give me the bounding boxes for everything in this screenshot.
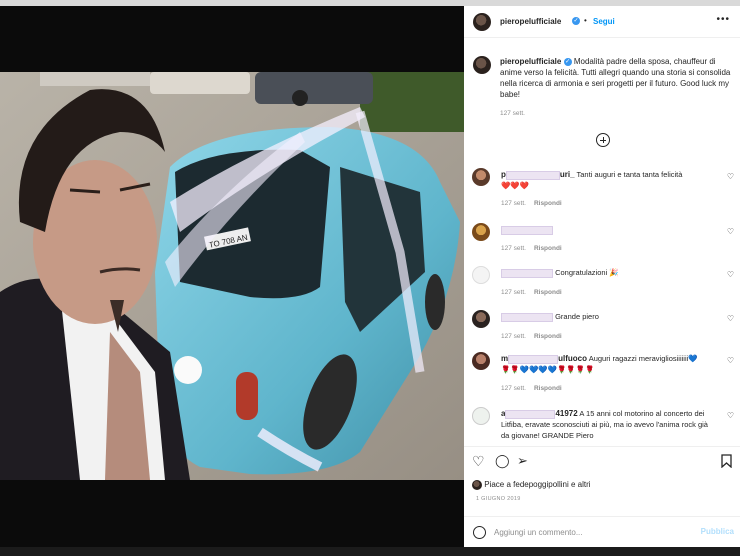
like-comment-icon[interactable]: ♡	[727, 356, 734, 365]
caption-avatar[interactable]	[473, 56, 491, 74]
comment-text: Grande piero	[555, 312, 599, 321]
likes-row: Piace a fedepoggipollini e altri	[472, 480, 591, 490]
comment-meta: 127 sett. Rispondi	[501, 383, 562, 392]
like-comment-icon[interactable]: ♡	[727, 314, 734, 323]
commenter-avatar[interactable]	[472, 168, 490, 186]
bookmark-icon[interactable]	[721, 454, 732, 470]
like-comment-icon[interactable]: ♡	[727, 411, 734, 420]
reply-button[interactable]: Rispondi	[534, 333, 562, 340]
comment-extra: 🌹🌹💙💙💙💙🌹🌹🌹🌹	[501, 365, 595, 374]
verified-icon: ✓	[572, 17, 580, 25]
reply-button[interactable]: Rispondi	[534, 385, 562, 392]
post-caption: pieropelufficiale ✓ Modalità padre della…	[500, 56, 732, 100]
comment-meta: 127 sett. Rispondi	[501, 287, 562, 296]
comment-body: p uri_ Tanti auguri e tanta tanta felicit…	[501, 169, 715, 191]
comment-icon[interactable]: ◯	[495, 454, 510, 468]
photo-illustration: TO 708 AN	[0, 72, 464, 480]
comment-username-end[interactable]: 41972	[555, 409, 577, 418]
follow-button[interactable]: Segui	[593, 17, 615, 26]
publish-button[interactable]: Pubblica	[701, 527, 734, 536]
author-avatar[interactable]	[473, 13, 491, 31]
redacted-username	[505, 409, 556, 419]
comment-time: 127 sett.	[501, 245, 526, 252]
comment-time: 127 sett.	[501, 289, 526, 296]
comment-input[interactable]	[494, 525, 684, 539]
comment-body: Congratulazioni 🎉	[501, 267, 715, 278]
comment-username-start[interactable]: m	[501, 354, 508, 363]
like-comment-icon[interactable]: ♡	[727, 172, 734, 181]
commenter-avatar[interactable]	[472, 352, 490, 370]
heart-icon[interactable]: ♡	[472, 454, 485, 468]
comment-body: Grande piero	[501, 311, 715, 322]
add-comment-bar: Pubblica	[464, 516, 740, 547]
comment-meta: 127 sett. Rispondi	[501, 198, 562, 207]
redacted-username	[501, 312, 553, 322]
reply-button[interactable]: Rispondi	[534, 289, 562, 296]
comment-time: 127 sett.	[501, 385, 526, 392]
likes-text[interactable]: Piace a fedepoggipollini e altri	[484, 480, 590, 489]
instagram-post-modal: TO 708 AN pieropelufficiale ✓ • Segui ••…	[0, 0, 740, 556]
caption-username[interactable]: pieropelufficiale	[500, 57, 561, 66]
caption-time: 127 sett.	[500, 110, 525, 117]
post-date: 1 GIUGNO 2019	[476, 496, 521, 502]
reply-button[interactable]: Rispondi	[534, 200, 562, 207]
comment-username-end[interactable]: ulfuoco	[558, 354, 587, 363]
comment-body: m ulfuoco Auguri ragazzi meravigliosiiiii…	[501, 353, 715, 375]
comment-username-end[interactable]: uri_	[560, 170, 575, 179]
author-username[interactable]: pieropelufficiale	[500, 17, 561, 26]
post-side-panel: pieropelufficiale ✓ • Segui ••• pieropel…	[464, 6, 740, 547]
like-comment-icon[interactable]: ♡	[727, 270, 734, 279]
post-header: pieropelufficiale ✓ • Segui •••	[464, 6, 740, 38]
comment-text: Auguri ragazzi meravigliosiiiiiii💙	[588, 354, 698, 363]
verified-icon: ✓	[563, 57, 572, 66]
commenter-avatar[interactable]	[472, 223, 490, 241]
comment-body: a 41972 A 15 anni col motorino al concert…	[501, 408, 715, 441]
comment-time: 127 sett.	[501, 333, 526, 340]
comment-time: 127 sett.	[501, 200, 526, 207]
background-page-strip	[0, 547, 740, 556]
redacted-username	[505, 170, 560, 180]
like-comment-icon[interactable]: ♡	[727, 227, 734, 236]
header-separator: •	[584, 16, 587, 25]
comment-extra: ❤️❤️❤️	[501, 181, 530, 190]
comment-meta: 127 sett. Rispondi	[501, 243, 562, 252]
redacted-username	[508, 354, 559, 364]
redacted-username	[501, 225, 553, 235]
redacted-username	[501, 268, 553, 278]
commenter-avatar[interactable]	[472, 407, 490, 425]
reply-button[interactable]: Rispondi	[534, 245, 562, 252]
comment-text: Tanti auguri e tanta tanta felicità	[576, 170, 683, 179]
comment-text: Congratulazioni 🎉	[555, 268, 619, 277]
post-actions: ♡ ◯ ➢	[464, 452, 740, 474]
liker-avatar[interactable]	[472, 480, 482, 490]
divider	[464, 446, 740, 447]
plus-icon[interactable]	[596, 133, 610, 147]
more-icon[interactable]: •••	[716, 14, 730, 25]
comment-body	[501, 224, 715, 235]
comment-meta: 127 sett. Rispondi	[501, 331, 562, 340]
commenter-avatar[interactable]	[472, 310, 490, 328]
commenter-avatar[interactable]	[472, 266, 490, 284]
share-icon[interactable]: ➢	[517, 454, 528, 468]
post-photo[interactable]: TO 708 AN	[0, 72, 464, 480]
emoji-icon[interactable]	[473, 526, 486, 539]
